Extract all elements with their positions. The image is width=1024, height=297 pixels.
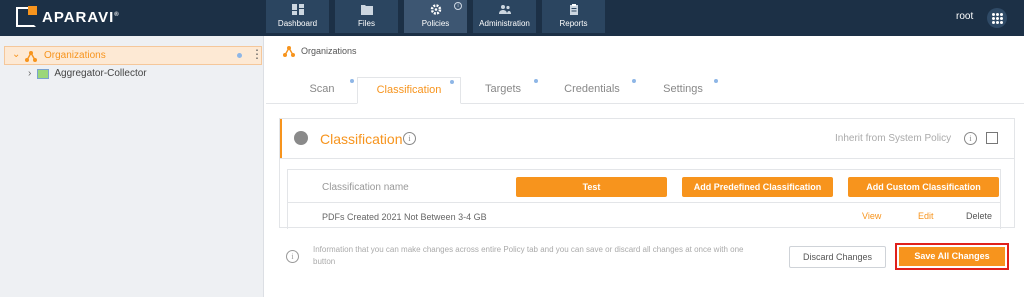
info-icon[interactable]: i bbox=[403, 132, 416, 145]
tab-targets[interactable]: Targets bbox=[470, 77, 538, 104]
sidebar-item-aggregator-collector[interactable]: › Aggregator-Collector bbox=[28, 68, 147, 79]
gear-icon bbox=[430, 4, 441, 15]
nav-dashboard-label: Dashboard bbox=[277, 19, 318, 28]
tab-classification[interactable]: Classification bbox=[357, 77, 461, 104]
users-icon bbox=[498, 5, 511, 14]
inherit-checkbox[interactable] bbox=[986, 132, 998, 144]
dashboard-icon bbox=[291, 4, 304, 15]
classification-icon bbox=[294, 131, 308, 145]
sidebar-item-label: Organizations bbox=[44, 50, 106, 61]
nav-policies-label: Policies bbox=[421, 19, 450, 28]
nav-reports[interactable]: Reports bbox=[542, 0, 605, 33]
panel-divider bbox=[280, 158, 1014, 159]
tab-settings-dot-icon bbox=[714, 79, 718, 83]
classification-name-cell: PDFs Created 2021 Not Between 3-4 GB bbox=[322, 212, 487, 222]
footer-info-icon: i bbox=[286, 250, 299, 263]
brand-registered-mark: ® bbox=[114, 11, 120, 18]
add-custom-classification-button[interactable]: Add Custom Classification bbox=[848, 177, 999, 197]
inherit-info-icon[interactable]: i bbox=[964, 132, 977, 145]
apps-grid-icon[interactable] bbox=[987, 8, 1007, 28]
tab-credentials[interactable]: Credentials bbox=[550, 77, 636, 104]
add-predefined-classification-button[interactable]: Add Predefined Classification bbox=[682, 177, 833, 197]
nav-administration-label: Administration bbox=[479, 19, 530, 28]
user-name[interactable]: root bbox=[956, 11, 973, 22]
panel-title: Classification bbox=[320, 131, 403, 147]
tab-classification-label: Classification bbox=[376, 84, 442, 96]
main-nav: Dashboard Files Policies i Administratio… bbox=[266, 0, 611, 33]
footer-info-text: Information that you can make changes ac… bbox=[313, 245, 744, 266]
status-dot-icon bbox=[237, 53, 242, 58]
classification-table: Classification name Test Add Predefined … bbox=[287, 169, 1001, 229]
nav-reports-label: Reports bbox=[559, 19, 588, 28]
brand-name: APARAVI bbox=[42, 8, 115, 26]
clipboard-icon bbox=[569, 4, 578, 15]
edit-link[interactable]: Edit bbox=[918, 211, 934, 221]
tab-targets-dot-icon bbox=[534, 79, 538, 83]
tab-credentials-label: Credentials bbox=[564, 83, 620, 95]
nav-files[interactable]: Files bbox=[335, 0, 398, 33]
test-button[interactable]: Test bbox=[516, 177, 667, 197]
tab-targets-label: Targets bbox=[484, 83, 522, 95]
top-bar: APARAVI® Dashboard Files Policies i Admi… bbox=[0, 0, 1024, 36]
tab-scan-label: Scan bbox=[309, 83, 335, 95]
nav-policies[interactable]: Policies i bbox=[404, 0, 467, 33]
tab-settings-label: Settings bbox=[663, 83, 703, 95]
chevron-down-icon[interactable]: ⌄ bbox=[12, 49, 20, 60]
column-header-classification-name: Classification name bbox=[322, 182, 409, 193]
aparavi-logo[interactable]: APARAVI® bbox=[16, 6, 120, 27]
sidebar-item-organizations[interactable]: ⌄ Organizations ⋮ bbox=[4, 46, 263, 65]
breadcrumb-label[interactable]: Organizations bbox=[301, 46, 357, 56]
nav-files-label: Files bbox=[358, 19, 375, 28]
panel-accent bbox=[280, 119, 282, 158]
nav-dashboard[interactable]: Dashboard bbox=[266, 0, 329, 33]
logo-mark-icon bbox=[16, 6, 37, 27]
save-highlight-frame: Save All Changes bbox=[895, 243, 1009, 270]
chevron-right-icon[interactable]: › bbox=[28, 68, 31, 79]
tab-credentials-dot-icon bbox=[632, 79, 636, 83]
more-options-icon[interactable]: ⋮ bbox=[251, 48, 263, 60]
tab-settings[interactable]: Settings bbox=[650, 77, 718, 104]
collector-icon bbox=[37, 68, 50, 79]
view-link[interactable]: View bbox=[862, 211, 881, 221]
table-row-divider bbox=[288, 202, 1000, 203]
breadcrumb: Organizations bbox=[283, 45, 357, 57]
tab-scan-dot-icon bbox=[350, 79, 354, 83]
sidebar: ⌄ Organizations ⋮ › Aggregator-Collector bbox=[0, 36, 264, 297]
policies-info-icon: i bbox=[454, 2, 462, 10]
organization-icon bbox=[283, 46, 295, 57]
tab-scan[interactable]: Scan bbox=[292, 77, 354, 104]
nav-administration[interactable]: Administration bbox=[473, 0, 536, 33]
discard-changes-button[interactable]: Discard Changes bbox=[789, 246, 886, 268]
tab-classification-dot-icon bbox=[450, 80, 454, 84]
save-all-changes-button[interactable]: Save All Changes bbox=[899, 247, 1005, 266]
delete-link[interactable]: Delete bbox=[966, 211, 992, 221]
organization-icon bbox=[25, 51, 37, 62]
sidebar-item-label: Aggregator-Collector bbox=[54, 68, 147, 79]
classification-panel: Classification i Inherit from System Pol… bbox=[279, 118, 1015, 229]
folder-icon bbox=[360, 5, 373, 15]
inherit-label: Inherit from System Policy bbox=[835, 133, 952, 144]
